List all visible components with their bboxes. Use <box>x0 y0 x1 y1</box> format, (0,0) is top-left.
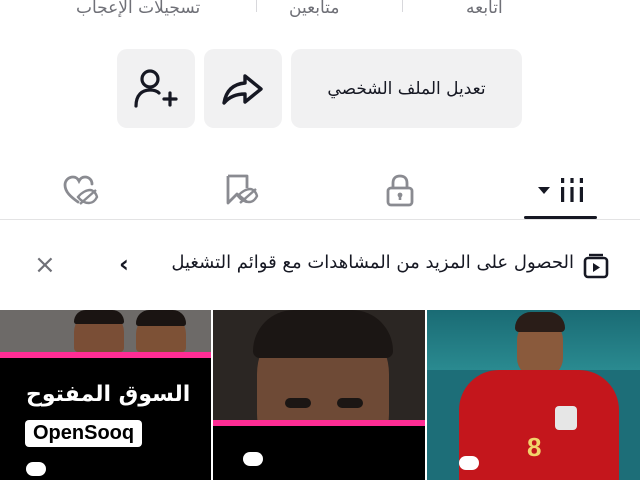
share-arrow-icon <box>222 73 263 105</box>
grid-divider <box>425 310 427 480</box>
playlist-icon <box>582 252 610 284</box>
grid-bars-icon <box>560 178 583 202</box>
playlist-banner-text[interactable]: الحصول على المزيد من المشاهدات مع قوائم … <box>171 252 574 273</box>
tab-private[interactable] <box>370 162 430 218</box>
tabs-divider <box>0 219 640 220</box>
likes-label[interactable]: تسجيلات الإعجاب <box>76 0 200 18</box>
views-icon <box>459 456 479 470</box>
dropdown-caret-icon <box>537 187 550 194</box>
followers-label[interactable]: متابعين <box>289 0 339 18</box>
edit-profile-label: تعديل الملف الشخصي <box>327 78 486 99</box>
stats-divider <box>402 0 403 12</box>
video-thumbnail[interactable]: السوق المفتوح OpenSooq <box>0 310 211 480</box>
chevron-icon[interactable]: ‹ <box>119 250 129 278</box>
lock-icon <box>386 174 414 207</box>
stats-divider <box>256 0 257 12</box>
views-icon <box>26 462 46 476</box>
video-thumbnail[interactable] <box>213 310 425 480</box>
tab-liked[interactable] <box>50 162 110 218</box>
grid-divider <box>211 310 213 480</box>
add-friend-button[interactable] <box>117 49 195 128</box>
heart-hidden-icon <box>63 175 99 205</box>
ad-brand-arabic: السوق المفتوح <box>26 382 191 407</box>
close-banner-button[interactable]: × <box>34 250 56 280</box>
ad-brand-english: OpenSooq <box>25 420 143 447</box>
bookmark-hidden-icon <box>226 174 259 205</box>
edit-profile-button[interactable]: تعديل الملف الشخصي <box>291 49 522 128</box>
video-thumbnail[interactable]: 8 <box>427 310 640 480</box>
jersey-number: 8 <box>527 432 542 462</box>
share-profile-button[interactable] <box>204 49 282 128</box>
add-user-icon <box>134 68 178 108</box>
following-label[interactable]: أتابعه <box>466 0 503 18</box>
tab-videos[interactable] <box>524 162 597 218</box>
views-icon <box>243 452 263 466</box>
tab-favorites[interactable] <box>210 162 270 218</box>
